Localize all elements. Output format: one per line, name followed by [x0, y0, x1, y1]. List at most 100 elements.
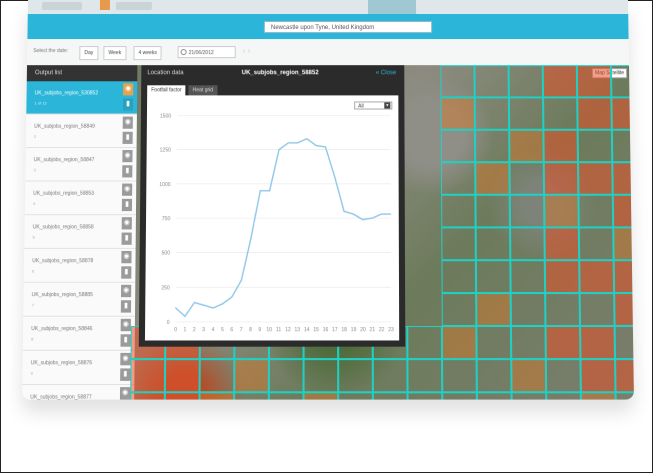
- heat-grid-cell[interactable]: [580, 326, 616, 360]
- chart-icon[interactable]: ▮: [120, 368, 131, 381]
- list-item[interactable]: UK_subjobs_region_58849 2 ◉ ▮: [25, 114, 137, 148]
- heat-grid-cell[interactable]: [580, 392, 616, 400]
- heat-grid-cell[interactable]: [441, 227, 476, 261]
- heat-grid-cell[interactable]: [199, 392, 235, 400]
- heat-grid-cell[interactable]: [475, 260, 511, 294]
- heat-grid-cell[interactable]: [474, 129, 510, 163]
- list-item[interactable]: UK_subjobs_region_530852 1 of 12 ◉ ▮: [26, 81, 138, 115]
- heat-grid-cell[interactable]: [543, 129, 579, 163]
- heat-grid-cell[interactable]: [441, 194, 476, 228]
- heat-grid-cell[interactable]: [510, 260, 546, 294]
- heat-grid-cell[interactable]: [441, 293, 477, 327]
- view-icon[interactable]: ◉: [119, 387, 131, 400]
- heat-grid-cell[interactable]: [440, 129, 476, 163]
- heat-grid-cell[interactable]: [475, 162, 510, 195]
- heat-grid-cell[interactable]: [510, 326, 546, 360]
- date-field[interactable]: 21/06/2012: [177, 46, 236, 59]
- view-icon[interactable]: ◉: [123, 83, 134, 96]
- browser-tab[interactable]: [115, 1, 152, 10]
- heat-grid-cell[interactable]: [338, 392, 373, 400]
- heat-grid-cell[interactable]: [543, 97, 578, 130]
- four-weeks-button[interactable]: 4 weeks: [133, 46, 162, 61]
- active-menu-item[interactable]: [368, 0, 417, 15]
- view-icon[interactable]: ◉: [122, 116, 133, 129]
- heat-grid-cell[interactable]: [476, 326, 512, 360]
- heat-grid-cell[interactable]: [612, 194, 634, 228]
- heat-grid-cell[interactable]: [510, 293, 546, 327]
- heat-grid-cell[interactable]: [510, 227, 545, 261]
- heat-grid-cell[interactable]: [440, 65, 475, 98]
- week-button[interactable]: Week: [103, 46, 127, 61]
- heat-grid-cell[interactable]: [475, 194, 511, 228]
- heat-grid-cell[interactable]: [577, 97, 612, 130]
- heat-grid-cell[interactable]: [614, 326, 634, 360]
- chart-icon[interactable]: ▮: [121, 198, 133, 212]
- view-icon[interactable]: ◉: [121, 217, 132, 230]
- list-item[interactable]: UK_subjobs_region_58853 4 ◉ ▮: [24, 181, 137, 216]
- heat-grid-cell[interactable]: [615, 392, 634, 400]
- browser-tab[interactable]: [41, 1, 82, 10]
- view-icon[interactable]: ◉: [120, 318, 131, 332]
- view-icon[interactable]: ◉: [120, 352, 131, 366]
- heat-grid-cell[interactable]: [543, 162, 579, 195]
- heat-grid-cell[interactable]: [442, 359, 477, 393]
- heat-grid-cell[interactable]: [544, 260, 580, 294]
- heat-grid-cell[interactable]: [508, 97, 544, 130]
- view-icon[interactable]: ◉: [122, 183, 133, 196]
- heat-grid-cell[interactable]: [544, 194, 579, 228]
- date-nav-arrows-icon[interactable]: ‹ ›: [243, 46, 251, 55]
- heat-grid-cell[interactable]: [579, 293, 615, 327]
- heat-grid-cell[interactable]: [407, 326, 443, 360]
- tab-footfall-factor[interactable]: Footfall factor: [147, 85, 186, 96]
- list-item[interactable]: UK_subjobs_region_5887710◉▮: [22, 385, 135, 400]
- heat-grid-cell[interactable]: [441, 260, 477, 294]
- heat-grid-cell[interactable]: [474, 65, 509, 98]
- heat-grid-cell[interactable]: [476, 293, 511, 327]
- heat-grid-cell[interactable]: [580, 359, 616, 393]
- list-item[interactable]: UK_subjobs_region_58885 7 ◉ ▮: [23, 282, 136, 317]
- heat-grid-cell[interactable]: [544, 227, 580, 261]
- heat-grid-cell[interactable]: [545, 293, 581, 327]
- heat-grid-cell[interactable]: [614, 293, 634, 327]
- heat-grid-cell[interactable]: [577, 129, 613, 163]
- heat-grid-cell[interactable]: [440, 162, 476, 195]
- heat-grid-cell[interactable]: [545, 326, 581, 360]
- list-item[interactable]: UK_subjobs_region_58878 6 ◉ ▮: [23, 248, 136, 283]
- heat-grid-cell[interactable]: [474, 97, 510, 130]
- series-dropdown[interactable]: All ▼: [354, 101, 393, 110]
- heat-grid-cell[interactable]: [268, 359, 304, 393]
- heat-grid-cell[interactable]: [407, 392, 443, 400]
- heat-grid-cell[interactable]: [475, 227, 511, 261]
- heat-grid-cell[interactable]: [546, 392, 582, 400]
- heat-grid-cell[interactable]: [234, 392, 269, 400]
- heat-grid-cell[interactable]: [372, 392, 408, 400]
- heat-grid-cell[interactable]: [613, 260, 634, 294]
- heat-grid-cell[interactable]: [509, 194, 545, 228]
- heat-grid-cell[interactable]: [613, 227, 634, 261]
- heat-grid-cell[interactable]: [440, 97, 475, 130]
- close-button[interactable]: « Close: [376, 70, 396, 76]
- heat-grid-cell[interactable]: [511, 392, 547, 400]
- heat-grid-cell[interactable]: [476, 359, 512, 393]
- list-item[interactable]: UK_subjobs_region_58846 8 ◉ ▮: [22, 316, 135, 351]
- chart-icon[interactable]: ▮: [122, 98, 134, 111]
- heat-grid-cell[interactable]: [407, 359, 443, 393]
- chart-icon[interactable]: ▮: [120, 300, 132, 313]
- heat-grid-cell[interactable]: [476, 392, 512, 400]
- heat-grid-cell[interactable]: [545, 359, 581, 393]
- heat-grid-cell[interactable]: [164, 359, 200, 393]
- heat-grid-cell[interactable]: [129, 392, 165, 400]
- heat-grid-cell[interactable]: [268, 392, 304, 400]
- heat-grid-cell[interactable]: [511, 359, 547, 393]
- day-button[interactable]: Day: [79, 46, 99, 61]
- heat-grid-cell[interactable]: [578, 194, 614, 228]
- chart-icon[interactable]: ▮: [122, 165, 133, 178]
- heat-grid-cell[interactable]: [372, 359, 408, 393]
- chart-icon[interactable]: ▮: [122, 131, 133, 144]
- list-item[interactable]: UK_subjobs_region_58858 5 ◉ ▮: [24, 215, 136, 249]
- heat-grid-cell[interactable]: [338, 359, 373, 393]
- chart-icon[interactable]: ▮: [121, 232, 132, 245]
- heat-grid-cell[interactable]: [441, 326, 477, 360]
- list-item[interactable]: UK_subjobs_region_58847 3 ◉ ▮: [25, 147, 137, 182]
- heat-grid-cell[interactable]: [579, 260, 615, 294]
